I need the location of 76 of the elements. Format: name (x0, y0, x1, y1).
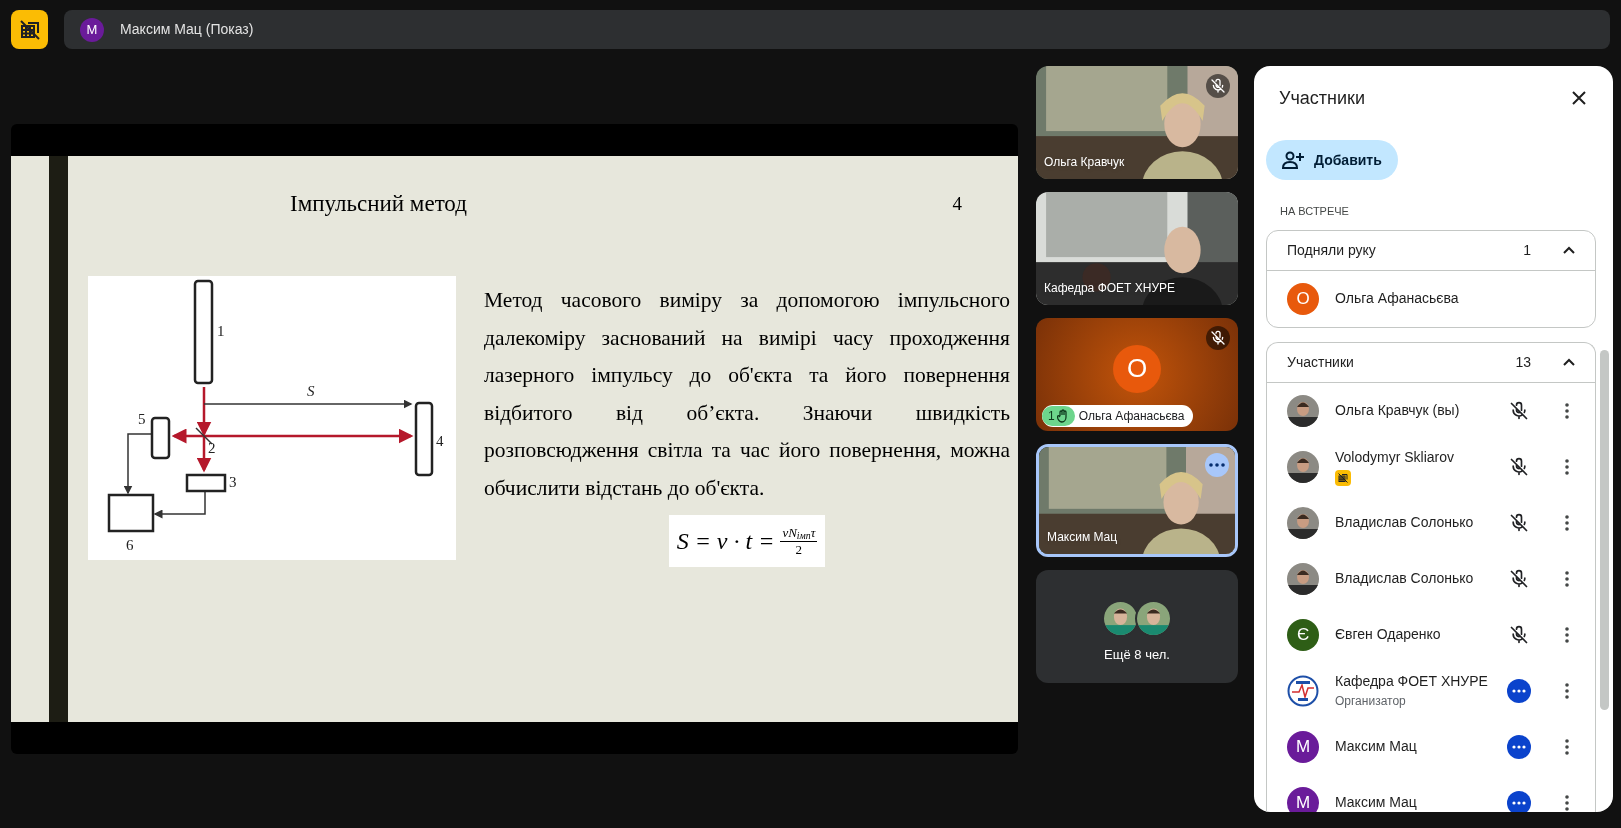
mic-off-icon (1509, 512, 1529, 533)
mic-off-icon (1509, 400, 1529, 421)
participant-name: Ольга Кравчук (вы) (1335, 401, 1461, 420)
avatar: Є (1287, 618, 1319, 651)
name-label: 1 Ольга Афанасьєва (1042, 405, 1193, 427)
participant-name: Кафедра ФОЕТ ХНУРЕ (1335, 672, 1489, 691)
group-header[interactable]: Подняли руку 1 (1267, 230, 1595, 271)
more-participants-tile[interactable]: Ещё 8 чел. (1036, 570, 1238, 683)
close-icon (1571, 90, 1587, 106)
kebab-icon (1565, 570, 1569, 587)
presentation-off-icon (17, 17, 42, 42)
participant-name: Владислав Солонько (1335, 569, 1475, 588)
presenter-name: Максим Мац (Показ) (120, 20, 254, 39)
activity-button[interactable] (1507, 734, 1531, 759)
kebab-icon (1565, 402, 1569, 419)
formula: S = v · t = vN$_{імп}$τ 2 (668, 515, 826, 567)
more-icon (1512, 744, 1526, 749)
more-icon (1512, 688, 1526, 693)
mic-off-icon (1509, 456, 1529, 477)
avatar: M (1287, 730, 1319, 763)
kebab-icon (1565, 458, 1569, 475)
participant-role: Организатор (1335, 693, 1407, 710)
add-person-icon (1282, 150, 1306, 170)
chevron-up-icon (1563, 246, 1575, 254)
counter-block (107, 493, 155, 533)
video-tile[interactable]: Кафедра ФОЕТ ХНУРЕ (1036, 192, 1238, 305)
slide-paragraph: Метод часового виміру за допомогою імпульсного далекоміру заснований на вимірі часу проходження лазерного імпульсу до об'єкта та його повернення відбитого від об’єкта. Знаючи швидкість розповсюдження світла та час його повернення, можна обчислити відстань до об'єкта. (484, 287, 1010, 502)
kebab-icon (1565, 514, 1569, 531)
kebab-icon (1565, 626, 1569, 643)
kebab-icon (1565, 738, 1569, 755)
participant-name: Владислав Солонько (1335, 513, 1475, 532)
participant-name: Ольга Афанасьєва (1335, 289, 1460, 308)
receiver-block (150, 416, 171, 460)
diagram-label: S (307, 383, 315, 399)
stop-presenting-button[interactable] (11, 10, 48, 49)
participant-name: Максим Мац (1335, 793, 1418, 812)
avatar: M (80, 17, 104, 42)
section-label: НА ВСТРЕЧЕ (1279, 204, 1350, 219)
participant-name: Максим Мац (1335, 737, 1418, 756)
video-tile[interactable]: Ольга Кравчук (1036, 66, 1238, 179)
diagram-label: 6 (126, 537, 134, 553)
slide-number: 4 (952, 191, 962, 216)
kebab-icon (1565, 794, 1569, 811)
more-icon (1209, 462, 1225, 468)
avatar: M (1287, 786, 1319, 812)
activity-button[interactable] (1507, 790, 1531, 812)
kebab-icon (1565, 682, 1569, 699)
participant-name: Кафедра ФОЕТ ХНУРЕ (1044, 280, 1176, 297)
video-tile[interactable]: Максим Мац (1036, 444, 1238, 557)
participant-name: Максим Мац (1047, 529, 1118, 546)
participant-name: Ольга Кравчук (1044, 154, 1125, 171)
more-count: Ещё 8 чел. (1104, 646, 1170, 665)
more-icon (1512, 800, 1526, 805)
diagram-label: 3 (229, 474, 237, 490)
activity-button[interactable] (1507, 678, 1531, 703)
participant-name: Євген Одаренко (1335, 625, 1442, 644)
mic-off-icon (1509, 624, 1529, 645)
raised-hand-badge: 1 (1042, 406, 1075, 426)
chevron-up-icon (1563, 358, 1575, 366)
mic-off-icon (1509, 568, 1529, 589)
department-logo-icon (1287, 674, 1319, 707)
sensor-block (185, 473, 227, 493)
add-people-button[interactable]: Добавить (1266, 140, 1398, 180)
panel-title: Участники (1279, 86, 1365, 110)
scrollbar[interactable] (1600, 350, 1609, 710)
avatar: О (1113, 344, 1161, 393)
slide-title: Імпульсний метод (290, 189, 468, 218)
diagram-label: 2 (208, 440, 216, 456)
group-header[interactable]: Участники 13 (1267, 342, 1595, 383)
diagram-label: 5 (138, 411, 146, 427)
diagram-label: 1 (217, 323, 225, 339)
participant-name: Volodymyr Skliarov (1335, 448, 1456, 467)
hand-icon (1056, 409, 1069, 423)
avatar: О (1287, 282, 1319, 315)
diagram-label: 4 (436, 433, 444, 449)
video-tile[interactable]: О 1 Ольга Афанасьєва (1036, 318, 1238, 431)
